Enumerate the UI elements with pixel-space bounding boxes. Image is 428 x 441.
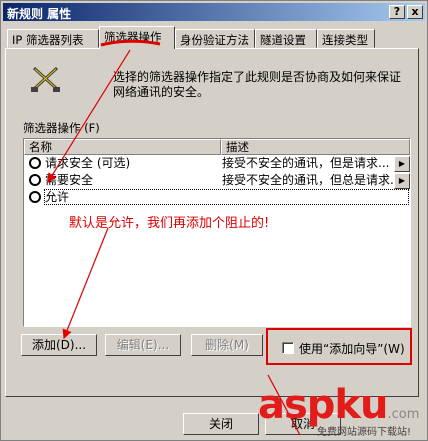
tab-connection-type[interactable]: 连接类型 xyxy=(317,29,375,48)
help-button[interactable]: ? xyxy=(389,5,405,19)
row-description: 接受不安全的通讯，但总是请求... xyxy=(222,173,402,187)
watermark-tagline: 免费网站源码下载站! xyxy=(317,427,412,438)
row-description: 接受不安全的通讯，但是请求... xyxy=(222,156,390,170)
list-item[interactable]: 允许 xyxy=(24,189,410,205)
tab-tunnel-settings[interactable]: 隧道设置 xyxy=(255,29,317,48)
dialog-window: 新规则 属性 ? x IP 筛选器列表 筛选器操作 身份验证方法 隧道设置 连接… xyxy=(0,0,428,441)
focus-rectangle xyxy=(44,189,409,205)
description-line: 网络通讯的安全。 xyxy=(113,85,210,99)
window-title: 新规则 属性 xyxy=(7,7,72,21)
title-bar[interactable]: 新规则 属性 ? x xyxy=(3,3,425,21)
tab-label: IP 筛选器列表 xyxy=(12,33,84,47)
page-description: 选择的筛选器操作指定了此规则是否协商及如何来保证 网络通讯的安全。 xyxy=(113,70,401,100)
close-window-button[interactable]: x xyxy=(407,5,423,19)
row-name: 需要安全 xyxy=(45,173,94,187)
add-button[interactable]: 添加(D)... xyxy=(21,334,97,356)
tab-label: 连接类型 xyxy=(322,33,368,47)
radio-button[interactable] xyxy=(29,191,41,203)
annotation-text: 默认是允许，我们再添加个阻止的! xyxy=(69,216,270,231)
description-line: 选择的筛选器操作指定了此规则是否协商及如何来保证 xyxy=(113,70,402,84)
radio-button[interactable] xyxy=(29,174,41,186)
wizard-label[interactable]: 使用“添加向导”(W) xyxy=(299,340,405,357)
tab-authentication[interactable]: 身份验证方法 xyxy=(175,29,255,48)
row-name: 请求安全 (可选) xyxy=(45,156,131,170)
column-header-description[interactable]: 描述 xyxy=(221,139,410,155)
scroll-right-icon[interactable]: ▶ xyxy=(394,173,410,189)
watermark-brand: aspku xyxy=(258,382,389,428)
column-header-name[interactable]: 名称 xyxy=(24,139,221,155)
tab-label: 筛选器操作 xyxy=(104,30,162,44)
list-item[interactable]: 需要安全 接受不安全的通讯，但总是请求... xyxy=(24,173,410,187)
tab-ip-filter-list[interactable]: IP 筛选器列表 xyxy=(7,29,99,48)
filter-actions-list[interactable]: 名称 描述 请求安全 (可选) 接受不安全的通讯，但是请求... 需要安全 接受… xyxy=(23,138,411,327)
tab-filter-action[interactable]: 筛选器操作 xyxy=(99,26,175,49)
tab-label: 隧道设置 xyxy=(260,33,306,47)
tab-label: 身份验证方法 xyxy=(180,33,249,47)
close-button[interactable]: 关闭 xyxy=(183,413,259,435)
list-item[interactable]: 请求安全 (可选) 接受不安全的通讯，但是请求... xyxy=(24,156,410,170)
wizard-checkbox[interactable] xyxy=(282,342,294,354)
edit-button[interactable]: 编辑(E)... xyxy=(105,334,181,356)
wizard-option-highlight: 使用“添加向导”(W) xyxy=(266,328,412,365)
remove-button[interactable]: 删除(M) xyxy=(191,334,263,356)
scroll-right-icon[interactable]: ▶ xyxy=(394,156,410,172)
filter-action-icon xyxy=(31,66,60,92)
radio-button[interactable] xyxy=(29,157,41,169)
row-name: 允许 xyxy=(45,190,70,204)
watermark-suffix: .com xyxy=(387,407,420,422)
filter-actions-label: 筛选器操作 (F) xyxy=(23,121,100,135)
